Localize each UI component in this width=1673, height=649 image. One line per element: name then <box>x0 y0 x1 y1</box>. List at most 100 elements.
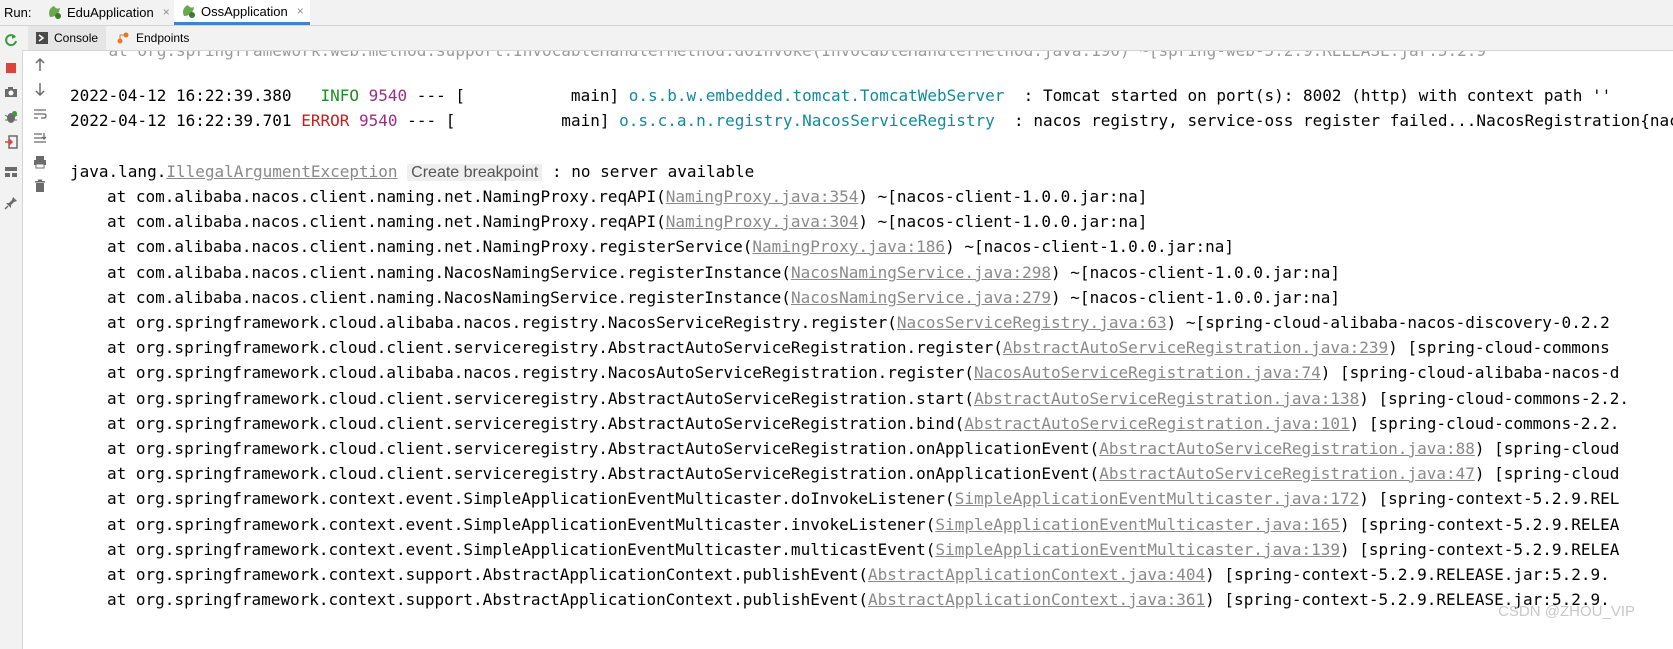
close-icon[interactable]: × <box>297 4 304 18</box>
exception-line: java.lang.IllegalArgumentException Creat… <box>70 160 754 184</box>
log-line-info: 2022-04-12 16:22:39.380 INFO 9540 --- [ … <box>70 84 1611 108</box>
console-icon <box>36 32 48 44</box>
exception-message: : no server available <box>542 162 755 181</box>
stack-suffix: ) ~[nacos-client-1.0.0.jar:na] <box>1051 288 1341 307</box>
stack-suffix: ) [spring-context-5.2.9.RELEA <box>1340 540 1620 559</box>
log-line-clipped: at org.springframework.web.method.suppor… <box>70 51 1487 63</box>
stack-frame: at org.springframework.context.support.A… <box>70 588 1610 612</box>
run-tool-window-header: Run: EduApplication × OssApplication × <box>0 0 1673 26</box>
stack-method: at org.springframework.cloud.client.serv… <box>107 464 1100 483</box>
watermark: CSDN @ZHOU_VIP <box>1498 603 1635 620</box>
spring-boot-icon <box>183 5 195 18</box>
debug-icon[interactable] <box>2 108 20 126</box>
source-link[interactable]: AbstractApplicationContext.java:361 <box>868 590 1205 609</box>
print-icon[interactable] <box>31 153 49 171</box>
source-link[interactable]: NacosAutoServiceRegistration.java:74 <box>974 363 1321 382</box>
log-logger: o.s.c.a.n.registry.NacosServiceRegistry <box>619 111 1005 130</box>
source-link[interactable]: AbstractAutoServiceRegistration.java:101 <box>964 414 1349 433</box>
stack-frame: at org.springframework.context.event.Sim… <box>70 487 1619 511</box>
source-link[interactable]: SimpleApplicationEventMulticaster.java:1… <box>935 540 1340 559</box>
tab-label: Endpoints <box>136 31 190 45</box>
stack-suffix: ) [spring-cloud <box>1474 464 1620 483</box>
stack-method: at org.springframework.cloud.client.serv… <box>107 389 974 408</box>
stack-method: at com.alibaba.nacos.client.naming.net.N… <box>107 237 753 256</box>
source-link[interactable]: NacosNamingService.java:298 <box>791 263 1051 282</box>
source-link[interactable]: AbstractAutoServiceRegistration.java:88 <box>1099 439 1475 458</box>
exit-icon[interactable] <box>2 133 20 151</box>
tab-oss-application[interactable]: OssApplication × <box>174 0 310 25</box>
source-link[interactable]: SimpleApplicationEventMulticaster.java:1… <box>955 489 1360 508</box>
stop-icon[interactable] <box>2 59 20 77</box>
log-level: ERROR <box>301 111 350 130</box>
stack-method: at org.springframework.cloud.alibaba.nac… <box>107 363 974 382</box>
log-message: : nacos registry, service-oss register f… <box>1014 111 1673 130</box>
stack-suffix: ) ~[nacos-client-1.0.0.jar:na] <box>1051 263 1341 282</box>
run-toolbar <box>0 26 23 649</box>
source-link[interactable]: AbstractAutoServiceRegistration.java:47 <box>1099 464 1475 483</box>
stack-method: at com.alibaba.nacos.client.naming.net.N… <box>107 187 666 206</box>
close-icon[interactable]: × <box>163 5 170 19</box>
log-level: INFO <box>310 86 359 105</box>
log-line-error: 2022-04-12 16:22:39.701 ERROR 9540 --- [… <box>70 109 1673 133</box>
exception-package: java.lang. <box>70 162 167 181</box>
scroll-down-icon[interactable] <box>31 80 49 98</box>
stack-frame: at org.springframework.context.support.A… <box>70 563 1610 587</box>
stack-frame: at com.alibaba.nacos.client.naming.Nacos… <box>70 261 1340 285</box>
stack-suffix: ) [spring-context-5.2.9.REL <box>1359 489 1620 508</box>
stack-suffix: ) [spring-cloud-alibaba-nacos-d <box>1320 363 1620 382</box>
create-breakpoint-button[interactable]: Create breakpoint <box>407 164 543 181</box>
stack-frame: at org.springframework.cloud.client.serv… <box>70 437 1619 461</box>
stack-suffix: ) [spring-context-5.2.9.RELEA <box>1340 515 1620 534</box>
stack-method: at org.springframework.context.event.Sim… <box>107 489 955 508</box>
stack-method: at com.alibaba.nacos.client.naming.Nacos… <box>107 288 791 307</box>
spring-boot-icon <box>49 6 61 19</box>
source-link[interactable]: NacosServiceRegistry.java:63 <box>897 313 1167 332</box>
console-tabs: Console Endpoints <box>22 26 1673 51</box>
stack-frame: at org.springframework.context.event.Sim… <box>70 513 1619 537</box>
endpoints-icon <box>117 32 129 44</box>
log-thread: --- [ main] <box>397 111 620 130</box>
stack-frame: at org.springframework.cloud.client.serv… <box>70 387 1629 411</box>
stack-frame: at com.alibaba.nacos.client.naming.net.N… <box>70 185 1147 209</box>
log-pid: 9540 <box>368 86 408 105</box>
tab-label: EduApplication <box>67 4 154 20</box>
stack-method: at org.springframework.context.event.Sim… <box>107 540 936 559</box>
exception-class-link[interactable]: IllegalArgumentException <box>166 162 397 181</box>
stack-suffix: ) ~[nacos-client-1.0.0.jar:na] <box>945 237 1235 256</box>
tab-label: Console <box>54 31 99 45</box>
source-link[interactable]: SimpleApplicationEventMulticaster.java:1… <box>935 515 1340 534</box>
log-logger: o.s.b.w.embedded.tomcat.TomcatWebServer <box>628 86 1015 105</box>
scroll-up-icon[interactable] <box>31 56 49 74</box>
source-link[interactable]: AbstractAutoServiceRegistration.java:239 <box>1003 338 1388 357</box>
stack-frame: at org.springframework.context.event.Sim… <box>70 538 1619 562</box>
stack-suffix: ) [spring-cloud <box>1474 439 1620 458</box>
stack-frame: at com.alibaba.nacos.client.naming.net.N… <box>70 210 1147 234</box>
rerun-icon[interactable] <box>2 31 20 49</box>
source-link[interactable]: NamingProxy.java:186 <box>752 237 945 256</box>
stack-suffix: ) [spring-context-5.2.9.RELEASE.jar:5.2.… <box>1205 565 1610 584</box>
source-link[interactable]: NamingProxy.java:304 <box>666 212 859 231</box>
console-output[interactable]: at org.springframework.web.method.suppor… <box>52 51 1673 649</box>
log-message: : Tomcat started on port(s): 8002 (http)… <box>1014 86 1612 105</box>
stack-method: at org.springframework.cloud.client.serv… <box>107 439 1100 458</box>
camera-icon[interactable] <box>2 83 20 101</box>
stack-frame: at org.springframework.cloud.alibaba.nac… <box>70 361 1619 385</box>
tab-console[interactable]: Console <box>28 26 107 50</box>
stack-method: at org.springframework.cloud.alibaba.nac… <box>107 313 897 332</box>
stack-suffix: ) [spring-cloud-commons-2.2. <box>1349 414 1620 433</box>
clear-icon[interactable] <box>31 177 49 195</box>
source-link[interactable]: NacosNamingService.java:279 <box>791 288 1051 307</box>
layout-icon[interactable] <box>2 163 20 181</box>
console-toolbar <box>28 51 53 649</box>
source-link[interactable]: NamingProxy.java:354 <box>666 187 859 206</box>
pin-icon[interactable] <box>2 194 20 212</box>
tab-endpoints[interactable]: Endpoints <box>108 26 197 50</box>
stack-suffix: ) ~[spring-cloud-alibaba-nacos-discovery… <box>1166 313 1610 332</box>
tab-edu-application[interactable]: EduApplication × <box>40 0 176 24</box>
soft-wrap-icon[interactable] <box>31 105 49 123</box>
stack-suffix: ) ~[nacos-client-1.0.0.jar:na] <box>858 212 1148 231</box>
scroll-to-end-icon[interactable] <box>31 129 49 147</box>
source-link[interactable]: AbstractAutoServiceRegistration.java:138 <box>974 389 1359 408</box>
stack-method: at org.springframework.cloud.client.serv… <box>107 414 965 433</box>
source-link[interactable]: AbstractApplicationContext.java:404 <box>868 565 1205 584</box>
